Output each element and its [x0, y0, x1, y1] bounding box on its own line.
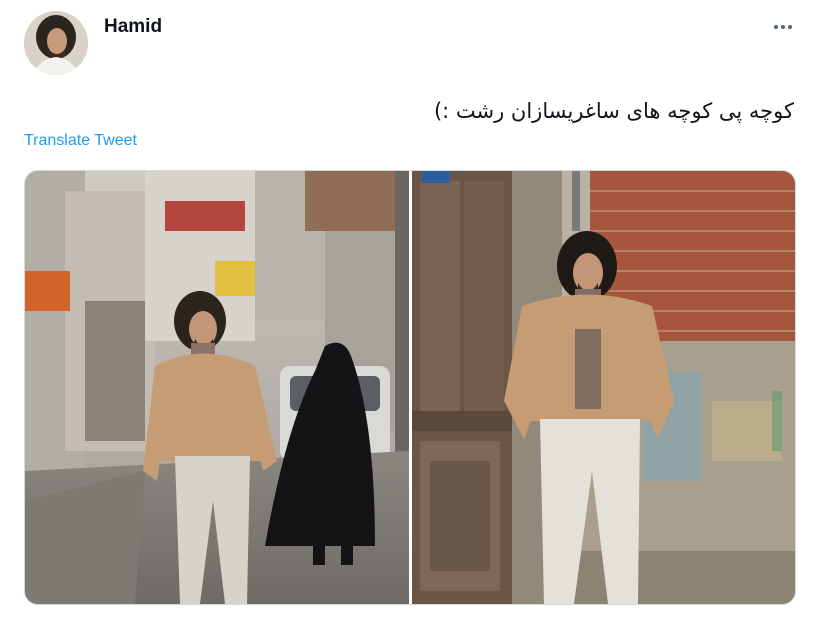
media-grid [24, 170, 796, 605]
media-photo-1[interactable] [25, 171, 409, 604]
author-name[interactable]: Hamid [104, 16, 162, 38]
more-horizontal-icon [774, 25, 792, 29]
media-photo-2[interactable] [412, 171, 795, 604]
avatar[interactable] [24, 11, 88, 75]
street-photo [25, 171, 409, 604]
wall-photo [412, 171, 795, 604]
translate-tweet-link[interactable]: Translate Tweet [24, 132, 137, 150]
more-options-button[interactable] [768, 16, 798, 38]
tweet-text: کوچه پی کوچه های ساغریسازان رشت :) [433, 99, 794, 123]
avatar-image [24, 11, 88, 75]
